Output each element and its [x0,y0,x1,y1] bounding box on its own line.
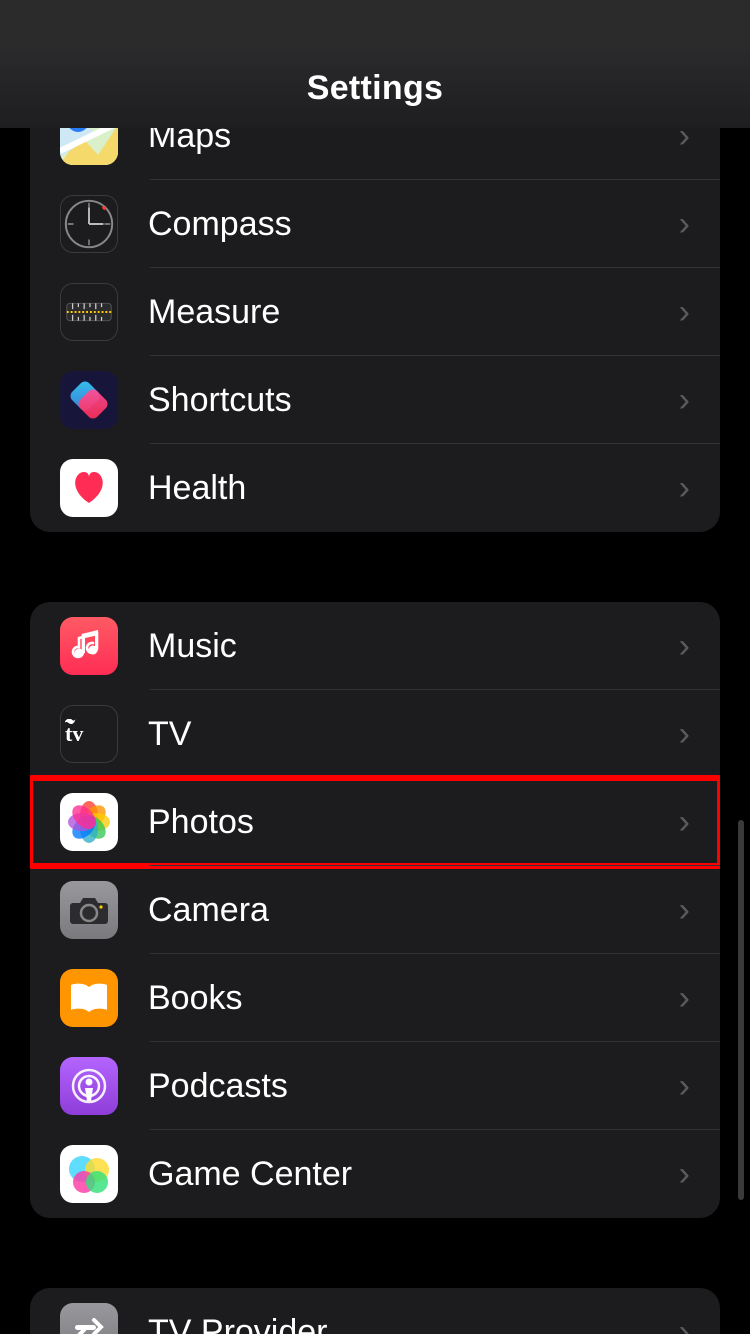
row-music[interactable]: Music › [30,602,720,690]
music-icon [60,617,118,675]
chevron-right-icon: › [679,803,690,842]
row-health[interactable]: Health › [30,444,720,532]
podcasts-icon [60,1057,118,1115]
chevron-right-icon: › [679,293,690,332]
chevron-right-icon: › [679,205,690,244]
row-label: Maps [148,128,679,156]
compass-icon [60,195,118,253]
row-label: Compass [148,205,679,244]
row-measure[interactable]: Measure › [30,268,720,356]
row-label: Game Center [148,1155,679,1194]
status-bar [0,0,750,48]
camera-icon [60,881,118,939]
row-label: Health [148,469,679,508]
health-icon [60,459,118,517]
chevron-right-icon: › [679,469,690,508]
books-icon [60,969,118,1027]
settings-scroll-area[interactable]: Maps › Compass › [0,128,750,1334]
row-label: Camera [148,891,679,930]
chevron-right-icon: › [679,627,690,666]
chevron-right-icon: › [679,381,690,420]
row-tv[interactable]: tv TV › [30,690,720,778]
row-podcasts[interactable]: Podcasts › [30,1042,720,1130]
photos-icon [60,793,118,851]
svg-text:tv: tv [65,721,83,746]
measure-icon [60,283,118,341]
maps-icon [60,128,118,165]
game-center-icon [60,1145,118,1203]
shortcuts-icon [60,371,118,429]
row-label: Photos [148,803,679,842]
chevron-right-icon: › [679,1155,690,1194]
row-label: Books [148,979,679,1018]
row-label: Music [148,627,679,666]
page-title: Settings [307,69,444,108]
tv-icon: tv [60,705,118,763]
settings-group-media: Music › tv TV › [30,602,720,1218]
row-label: TV Provider [148,1313,679,1334]
row-books[interactable]: Books › [30,954,720,1042]
row-game-center[interactable]: Game Center › [30,1130,720,1218]
navigation-bar: Settings [0,48,750,128]
chevron-right-icon: › [679,1067,690,1106]
row-label: TV [148,715,679,754]
row-compass[interactable]: Compass › [30,180,720,268]
row-label: Measure [148,293,679,332]
row-camera[interactable]: Camera › [30,866,720,954]
row-tv-provider[interactable]: TV Provider › [30,1288,720,1334]
chevron-right-icon: › [679,979,690,1018]
chevron-right-icon: › [679,128,690,156]
row-label: Shortcuts [148,381,679,420]
row-label: Podcasts [148,1067,679,1106]
chevron-right-icon: › [679,715,690,754]
scrollbar[interactable] [738,820,744,1200]
settings-group-utilities: Maps › Compass › [30,128,720,532]
row-photos[interactable]: Photos › [30,778,720,866]
row-shortcuts[interactable]: Shortcuts › [30,356,720,444]
chevron-right-icon: › [679,891,690,930]
settings-group-provider: TV Provider › [30,1288,720,1334]
chevron-right-icon: › [679,1313,690,1334]
row-maps[interactable]: Maps › [30,128,720,180]
tv-provider-icon [60,1303,118,1334]
